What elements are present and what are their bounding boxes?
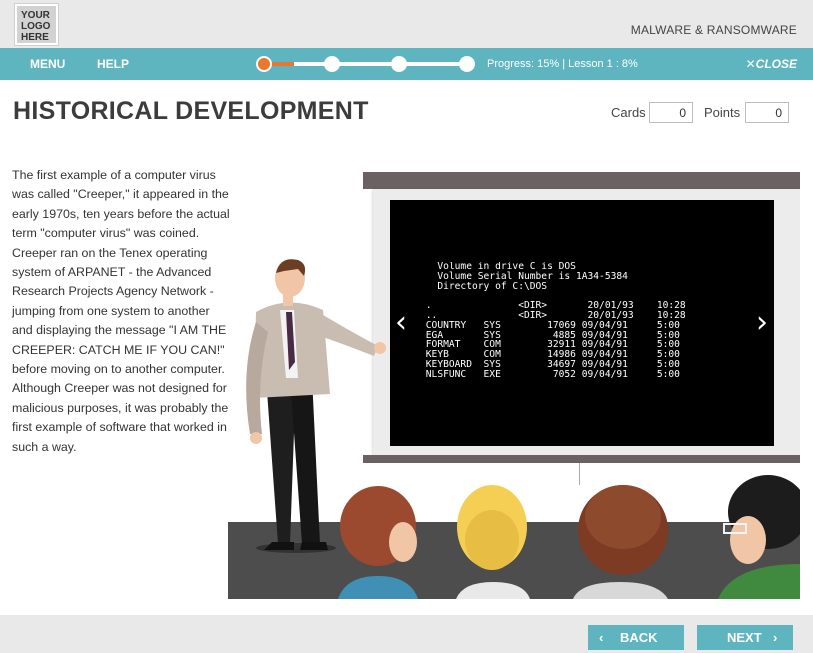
chevron-left-icon: ‹ — [599, 630, 604, 645]
points-label: Points — [704, 105, 741, 120]
close-x-icon: ✕ — [745, 57, 756, 71]
back-button[interactable]: ‹ BACK — [588, 625, 684, 650]
logo-line-3: HERE — [21, 32, 49, 43]
logo-line-2: LOGO — [21, 21, 51, 32]
audience-member-2 — [456, 485, 530, 599]
back-label: BACK — [620, 630, 658, 645]
presenter-and-audience — [246, 259, 800, 599]
cards-counter: 0 — [649, 102, 693, 123]
audience-member-4 — [718, 475, 800, 599]
close-label: CLOSE — [755, 57, 797, 71]
classroom-illustration: Volume in drive C is DOS Volume Serial N… — [228, 172, 800, 599]
logo-line-1: YOUR — [21, 10, 50, 21]
progress-step-4 — [459, 56, 475, 72]
audience-member-1 — [338, 486, 418, 599]
top-header: YOUR LOGO HERE MALWARE & RANSOMWARE — [0, 0, 813, 48]
progress-step-1 — [256, 56, 272, 72]
cards-label: Cards — [611, 105, 646, 120]
page-title: HISTORICAL DEVELOPMENT — [13, 97, 369, 125]
footer-bar: ‹ BACK NEXT › — [0, 615, 813, 653]
progress-status: Progress: 15% | Lesson 1 : 8% — [487, 58, 638, 70]
next-button[interactable]: NEXT › — [697, 625, 793, 650]
menu-button[interactable]: MENU — [30, 57, 65, 71]
progress-step-3 — [391, 56, 407, 72]
chevron-right-icon: › — [773, 630, 778, 645]
navigation-bar: MENU HELP Progress: 15% | Lesson 1 : 8% … — [0, 48, 813, 80]
audience-member-3 — [573, 485, 668, 599]
help-button[interactable]: HELP — [97, 57, 129, 71]
progress-step-2 — [324, 56, 340, 72]
progress-track-line — [264, 62, 467, 66]
company-logo: YOUR LOGO HERE — [14, 3, 59, 46]
next-label: NEXT — [727, 630, 762, 645]
lesson-body-text: The first example of a computer virus wa… — [12, 168, 230, 454]
points-counter: 0 — [745, 102, 789, 123]
course-title: MALWARE & RANSOMWARE — [630, 23, 797, 37]
close-button[interactable]: ✕CLOSE — [746, 57, 797, 71]
